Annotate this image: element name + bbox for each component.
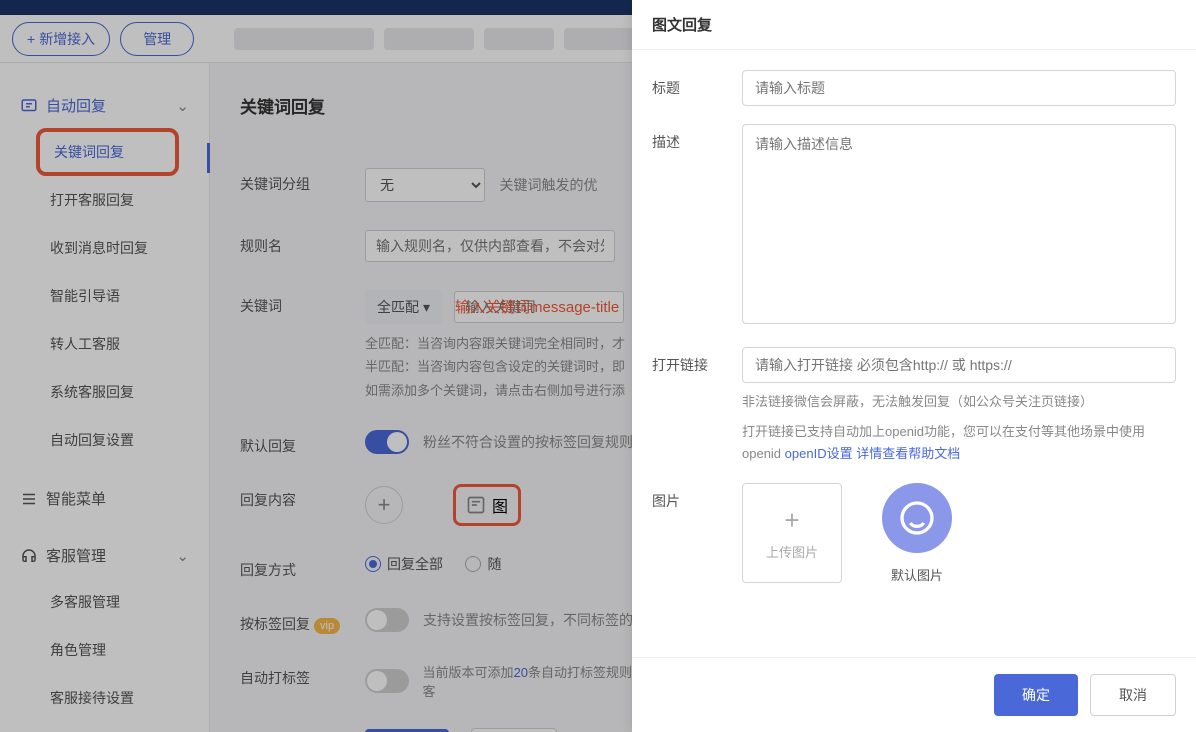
sidebar-item-keyword-reply-highlight: 关键词回复: [36, 128, 179, 176]
vip-badge: vip: [314, 618, 340, 634]
tag-reply-hint: 支持设置按标签回复，不同标签的: [423, 610, 633, 630]
plus-icon: +: [27, 31, 35, 47]
sidebar-item-msg-received-reply[interactable]: 收到消息时回复: [0, 224, 209, 272]
cancel-button[interactable]: 取消: [471, 728, 557, 732]
default-reply-hint: 粉丝不符合设置的按标签回复规则: [423, 432, 633, 452]
help-doc-link[interactable]: 详情查看帮助文档: [856, 446, 960, 461]
modal-link-hint2: 打开链接已支持自动加上openid功能，您可以在支付等其他场景中使用openid…: [742, 421, 1176, 465]
skeleton: [564, 28, 634, 50]
skeleton: [234, 28, 374, 50]
modal-label-title: 标题: [652, 70, 742, 98]
sidebar-item-open-cs-reply[interactable]: 打开客服回复: [0, 176, 209, 224]
sidebar-group-auto-reply[interactable]: 自动回复 ⌄: [0, 83, 209, 128]
skeleton: [384, 28, 474, 50]
label-reply-mode: 回复方式: [240, 554, 365, 580]
add-access-button[interactable]: + 新增接入: [12, 22, 110, 56]
sidebar-item-auto-reply-settings[interactable]: 自动回复设置: [0, 416, 209, 464]
sidebar-item-transfer-human[interactable]: 转人工客服: [0, 320, 209, 368]
caret-down-icon: ▾: [423, 299, 430, 316]
tag-reply-toggle[interactable]: [365, 608, 409, 632]
label-rule-name: 规则名: [240, 230, 365, 256]
openid-settings-link[interactable]: openID设置: [785, 446, 853, 461]
sidebar-group-cs-manage[interactable]: 客服管理 ⌄: [0, 533, 209, 578]
sidebar-item-cs-reception[interactable]: 客服接待设置: [0, 674, 209, 722]
modal-label-link: 打开链接: [652, 347, 742, 375]
sidebar-item-role-manage[interactable]: 角色管理: [0, 626, 209, 674]
chevron-down-icon: ⌄: [176, 97, 189, 115]
label-keyword: 关键词: [240, 290, 365, 316]
rule-name-input[interactable]: [365, 230, 615, 262]
headset-icon: [20, 547, 38, 565]
sidebar: 自动回复 ⌄ 关键词回复 打开客服回复 收到消息时回复 智能引导语 转人工客服 …: [0, 63, 210, 732]
modal-label-desc: 描述: [652, 124, 742, 152]
sidebar-group-smart-menu[interactable]: 智能菜单: [0, 476, 209, 521]
default-image-preview: [882, 483, 952, 553]
default-reply-toggle[interactable]: [365, 430, 409, 454]
upload-image-button[interactable]: + 上传图片: [742, 483, 842, 583]
match-mode-pill[interactable]: 全匹配 ▾: [365, 290, 442, 324]
chevron-down-icon: ⌄: [176, 547, 189, 565]
sidebar-item-smart-guide[interactable]: 智能引导语: [0, 272, 209, 320]
label-tag-reply: 按标签回复vip: [240, 608, 365, 634]
radio-icon: [465, 556, 481, 572]
reply-content-highlight[interactable]: 图: [453, 484, 521, 526]
modal-link-hint1: 非法链接微信会屏蔽，无法触发回复（如公众号关注页链接）: [742, 391, 1176, 413]
modal-cancel-button[interactable]: 取消: [1090, 674, 1176, 716]
label-reply-content: 回复内容: [240, 484, 365, 510]
reply-mode-all-radio[interactable]: 回复全部: [365, 554, 443, 574]
modal-desc-textarea[interactable]: [742, 124, 1176, 324]
list-icon: [20, 490, 38, 508]
keyword-group-select[interactable]: 无: [365, 168, 485, 202]
default-image-label: 默认图片: [882, 565, 952, 584]
auto-tag-toggle[interactable]: [365, 669, 409, 693]
plus-icon: +: [784, 505, 799, 536]
manage-button[interactable]: 管理: [120, 22, 194, 56]
reply-mode-random-radio[interactable]: 随: [465, 554, 501, 574]
sidebar-group-label: 自动回复: [46, 95, 106, 116]
modal-title-input[interactable]: [742, 70, 1176, 106]
skeleton: [484, 28, 554, 50]
label-auto-tag: 自动打标签: [240, 662, 365, 688]
add-content-button[interactable]: +: [365, 486, 403, 524]
annotation-message-title: 输入关键词message-title: [455, 296, 619, 317]
modal-title: 图文回复: [632, 0, 1196, 50]
sidebar-group-label: 客服管理: [46, 545, 106, 566]
sidebar-item-multi-cs[interactable]: 多客服管理: [0, 578, 209, 626]
upload-text: 上传图片: [766, 542, 818, 561]
reply-content-text: 图: [492, 493, 508, 517]
modal-link-input[interactable]: [742, 347, 1176, 383]
add-access-label: 新增接入: [39, 29, 95, 49]
smile-icon: [897, 498, 937, 538]
sidebar-item-system-cs-reply[interactable]: 系统客服回复: [0, 368, 209, 416]
image-text-reply-modal: 图文回复 标题 描述 打开链接 非法链接微信会屏蔽，无法触发回复（如公众号关注页…: [632, 0, 1196, 732]
keyword-group-hint: 关键词触发的优: [499, 177, 597, 193]
image-text-icon: [466, 495, 486, 515]
sidebar-group-label: 智能菜单: [46, 488, 106, 509]
label-default-reply: 默认回复: [240, 430, 365, 456]
label-keyword-group: 关键词分组: [240, 168, 365, 194]
sidebar-item-keyword-reply[interactable]: 关键词回复: [54, 142, 161, 162]
modal-label-image: 图片: [652, 483, 742, 511]
radio-icon: [365, 556, 381, 572]
modal-ok-button[interactable]: 确定: [994, 674, 1078, 716]
chat-icon: [20, 97, 38, 115]
